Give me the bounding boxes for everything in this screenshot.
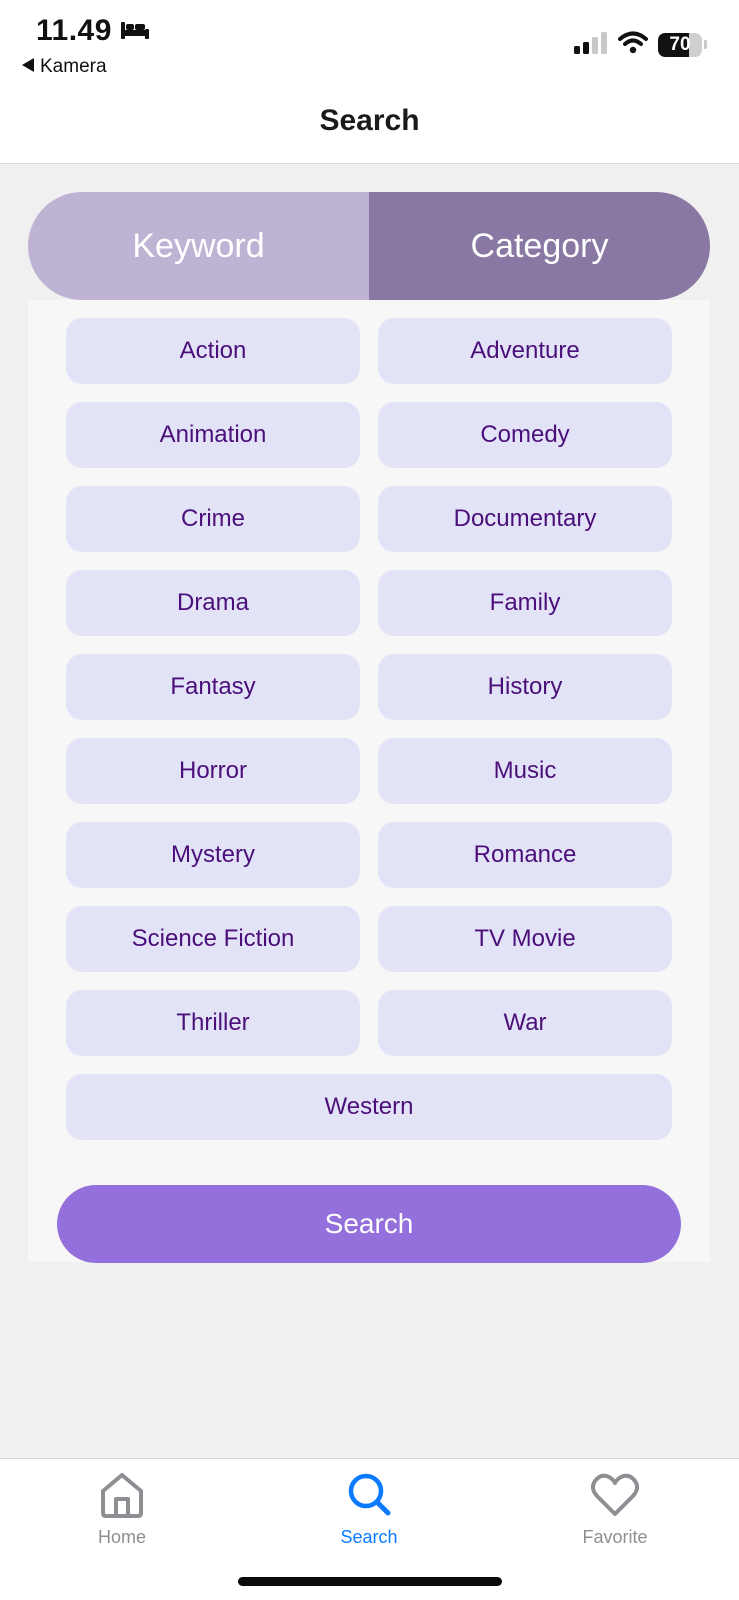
back-app-label: Kamera [40,56,107,77]
category-chip-history[interactable]: History [378,654,672,720]
category-grid: Action Adventure Animation Comedy Crime … [66,318,672,1140]
category-chip-action[interactable]: Action [66,318,360,384]
bed-icon [120,14,150,48]
tab-home[interactable]: Home [42,1469,202,1548]
home-indicator[interactable] [238,1577,502,1586]
segment-category[interactable]: Category [369,192,710,300]
battery-level-text: 70 [669,33,691,55]
signal-icon [574,30,608,59]
category-chip-music[interactable]: Music [378,738,672,804]
category-chip-mystery[interactable]: Mystery [66,822,360,888]
page-title: Search [319,104,420,137]
category-chip-family[interactable]: Family [378,570,672,636]
wifi-icon [618,30,648,59]
category-chip-tv-movie[interactable]: TV Movie [378,906,672,972]
category-chip-thriller[interactable]: Thriller [66,990,360,1056]
home-icon [96,1469,148,1521]
tab-favorite-label: Favorite [582,1527,648,1547]
category-chip-war[interactable]: War [378,990,672,1056]
category-chip-animation[interactable]: Animation [66,402,360,468]
search-mode-segmented-control: Keyword Category [28,192,710,300]
search-button[interactable]: Search [57,1185,681,1263]
back-triangle-icon [22,56,34,78]
category-chip-drama[interactable]: Drama [66,570,360,636]
category-chip-western[interactable]: Western [66,1074,672,1140]
battery-icon: 70 [658,32,702,57]
segment-keyword[interactable]: Keyword [28,192,369,300]
category-chip-adventure[interactable]: Adventure [378,318,672,384]
category-panel: Action Adventure Animation Comedy Crime … [28,300,710,1263]
category-chip-documentary[interactable]: Documentary [378,486,672,552]
category-chip-crime[interactable]: Crime [66,486,360,552]
category-chip-science-fiction[interactable]: Science Fiction [66,906,360,972]
battery-tip [704,40,707,49]
status-indicators: 70 [574,30,707,59]
back-to-app-link[interactable]: Kamera [22,56,107,78]
tab-search[interactable]: Search [289,1469,449,1548]
category-chip-horror[interactable]: Horror [66,738,360,804]
status-time: 11.49 [36,14,150,48]
category-chip-fantasy[interactable]: Fantasy [66,654,360,720]
top-bar: 11.49 Kamera 70 Search [0,0,739,164]
search-icon [343,1469,395,1521]
tab-search-label: Search [340,1527,398,1547]
category-chip-comedy[interactable]: Comedy [378,402,672,468]
tab-home-label: Home [97,1527,146,1547]
heart-icon [589,1469,641,1521]
tab-favorite[interactable]: Favorite [535,1469,695,1548]
time-text: 11.49 [36,14,112,47]
category-chip-romance[interactable]: Romance [378,822,672,888]
